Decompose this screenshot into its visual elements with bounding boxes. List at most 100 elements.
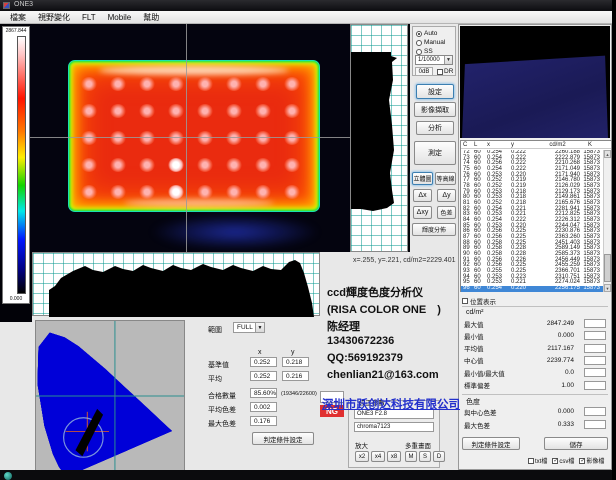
capture-button[interactable]: 影像擷取	[414, 102, 456, 117]
table-scrollbar[interactable]: ▲ ▼	[603, 150, 611, 292]
radio-manual[interactable]: Manual	[416, 38, 453, 47]
luminance-dist-button[interactable]: 輝度分佈	[412, 223, 456, 236]
radio-circle[interactable]	[416, 49, 422, 55]
save-button[interactable]: 儲存	[544, 437, 608, 450]
title-bar[interactable]: ONE3	[0, 0, 616, 11]
col-y-label: y	[291, 349, 295, 356]
scroll-up-icon[interactable]: ▲	[604, 150, 611, 158]
zoom-x8-button[interactable]: x8	[387, 451, 401, 462]
stat-input-box[interactable]	[584, 331, 606, 340]
stat-value: 2847.249	[526, 320, 574, 327]
radio-circle[interactable]	[416, 40, 422, 46]
shutter-dropdown[interactable]: 1/10000 ▼	[415, 55, 453, 65]
cie-chromaticity-diagram[interactable]	[35, 320, 185, 478]
led-dot	[284, 131, 300, 145]
crosshair-vertical[interactable]	[186, 24, 187, 252]
radio-circle[interactable]	[416, 31, 422, 37]
chevron-down-icon[interactable]: ▼	[444, 56, 452, 64]
menu-item-4[interactable]: 幫助	[137, 11, 165, 24]
menu-item-1[interactable]: 視野變化	[32, 11, 76, 24]
stat-label: 最小值/最大值	[464, 368, 526, 378]
checkbox-box[interactable]	[528, 458, 534, 464]
filecheck-txt檔[interactable]: txt檔	[528, 456, 547, 465]
divider	[462, 306, 608, 307]
checkbox-label: 影像檔	[586, 456, 604, 465]
measurement-table[interactable]: CLxycd/m2K 72600.2540.2222260.1881587373…	[460, 140, 612, 292]
contact-line-0: ccd輝度色度分析仪	[327, 284, 441, 301]
menu-item-2[interactable]: FLT	[76, 11, 102, 24]
delta-y-button[interactable]: Δy	[437, 189, 456, 202]
led-dot	[284, 104, 300, 118]
shutter-value: 1/10000	[418, 57, 440, 63]
delta-x-button[interactable]: Δx	[413, 189, 432, 202]
stat-input-box[interactable]	[584, 407, 606, 416]
checkbox-box[interactable]: ✓	[552, 458, 558, 464]
checkbox-box[interactable]: ✓	[579, 458, 585, 464]
chevron-down-icon[interactable]: ▼	[255, 323, 264, 332]
filecheck-csv檔[interactable]: ✓csv檔	[552, 456, 574, 465]
position-display-box[interactable]	[462, 298, 468, 304]
multi-M-button[interactable]: M	[405, 451, 417, 462]
dr-checkbox[interactable]: DR	[437, 68, 453, 75]
filecheck-影像檔[interactable]: ✓影像檔	[579, 456, 604, 465]
pass-percent: 85.60%	[250, 388, 277, 398]
menu-bar: 檔案視野變化FLTMobile幫助	[0, 11, 616, 24]
multi-screen-label: 多重畫面	[405, 440, 431, 450]
multi-S-button[interactable]: S	[419, 451, 431, 462]
contour-button[interactable]: 等高線	[435, 172, 456, 185]
range-dropdown[interactable]: FULL ▼	[233, 322, 265, 333]
company-link[interactable]: 深圳市跃创达科技有限公司	[322, 396, 460, 412]
stat-input-box[interactable]	[584, 381, 606, 390]
judge-condition-button-right[interactable]: 判定條件設定	[462, 437, 520, 450]
led-dot	[226, 77, 242, 91]
zoom-x2-button[interactable]: x2	[355, 451, 369, 462]
table-row[interactable]: 96600.2540.2202256.17515873	[461, 286, 604, 292]
position-display-checkbox[interactable]: 位置表示	[462, 296, 496, 306]
delta-xy-button[interactable]: Δxy	[413, 206, 432, 219]
led-dot	[226, 131, 242, 145]
menu-item-3[interactable]: Mobile	[102, 11, 138, 24]
color-diff-button[interactable]: 色差	[437, 206, 456, 219]
led-dot	[226, 104, 242, 118]
led-dot	[81, 158, 97, 172]
multi-D-button[interactable]: D	[433, 451, 445, 462]
stat-input-box[interactable]	[584, 368, 606, 377]
led-dot	[197, 185, 213, 199]
crosshair-horizontal[interactable]	[30, 137, 350, 138]
stat-value: 2239.774	[526, 357, 574, 364]
contact-info: ccd輝度色度分析仪(RISA COLOR ONE )陈经理1343067223…	[327, 284, 441, 386]
radio-auto[interactable]: Auto	[416, 29, 453, 38]
col-x-label: x	[258, 349, 262, 356]
menu-item-0[interactable]: 檔案	[4, 11, 32, 24]
stat-input-box[interactable]	[584, 420, 606, 429]
average-label: 平均	[208, 374, 222, 384]
scroll-down-icon[interactable]: ▼	[604, 284, 611, 292]
table-col-header: x	[487, 141, 511, 148]
luminance-heatmap[interactable]	[30, 24, 350, 252]
led-dot	[139, 158, 155, 172]
zoom-x4-button[interactable]: x4	[371, 451, 385, 462]
divider	[462, 394, 608, 395]
stat-value: 0.333	[526, 421, 574, 428]
led-dot	[197, 77, 213, 91]
stat-input-box[interactable]	[584, 319, 606, 328]
table-header: CLxycd/m2K	[461, 141, 611, 149]
stat-input-box[interactable]	[584, 344, 606, 353]
stat-input-box[interactable]	[584, 356, 606, 365]
view3d-button[interactable]: 立體圖	[412, 172, 433, 185]
analyze-button[interactable]: 分析	[416, 121, 454, 135]
scrollbar-thumb[interactable]	[604, 254, 611, 282]
measure-button[interactable]: 測定	[414, 141, 456, 165]
stat-row-3: 中心值2239.774	[464, 355, 610, 366]
zoom-label: 放大	[355, 440, 368, 450]
radio-label: Manual	[424, 39, 445, 46]
table-body[interactable]: 72600.2540.2222260.1881587373600.2540.22…	[461, 150, 604, 292]
multi-screen-buttons: MSD	[405, 451, 445, 462]
led-dot	[110, 131, 126, 145]
zoom-buttons: x2x4x8	[355, 451, 401, 462]
range-value: FULL	[237, 324, 253, 331]
colorbar-min-value: 0.000	[3, 296, 29, 302]
set-button[interactable]: 設定	[416, 84, 454, 99]
judge-condition-button-left[interactable]: 判定條件設定	[252, 432, 314, 445]
dr-checkbox-box[interactable]	[437, 69, 443, 75]
